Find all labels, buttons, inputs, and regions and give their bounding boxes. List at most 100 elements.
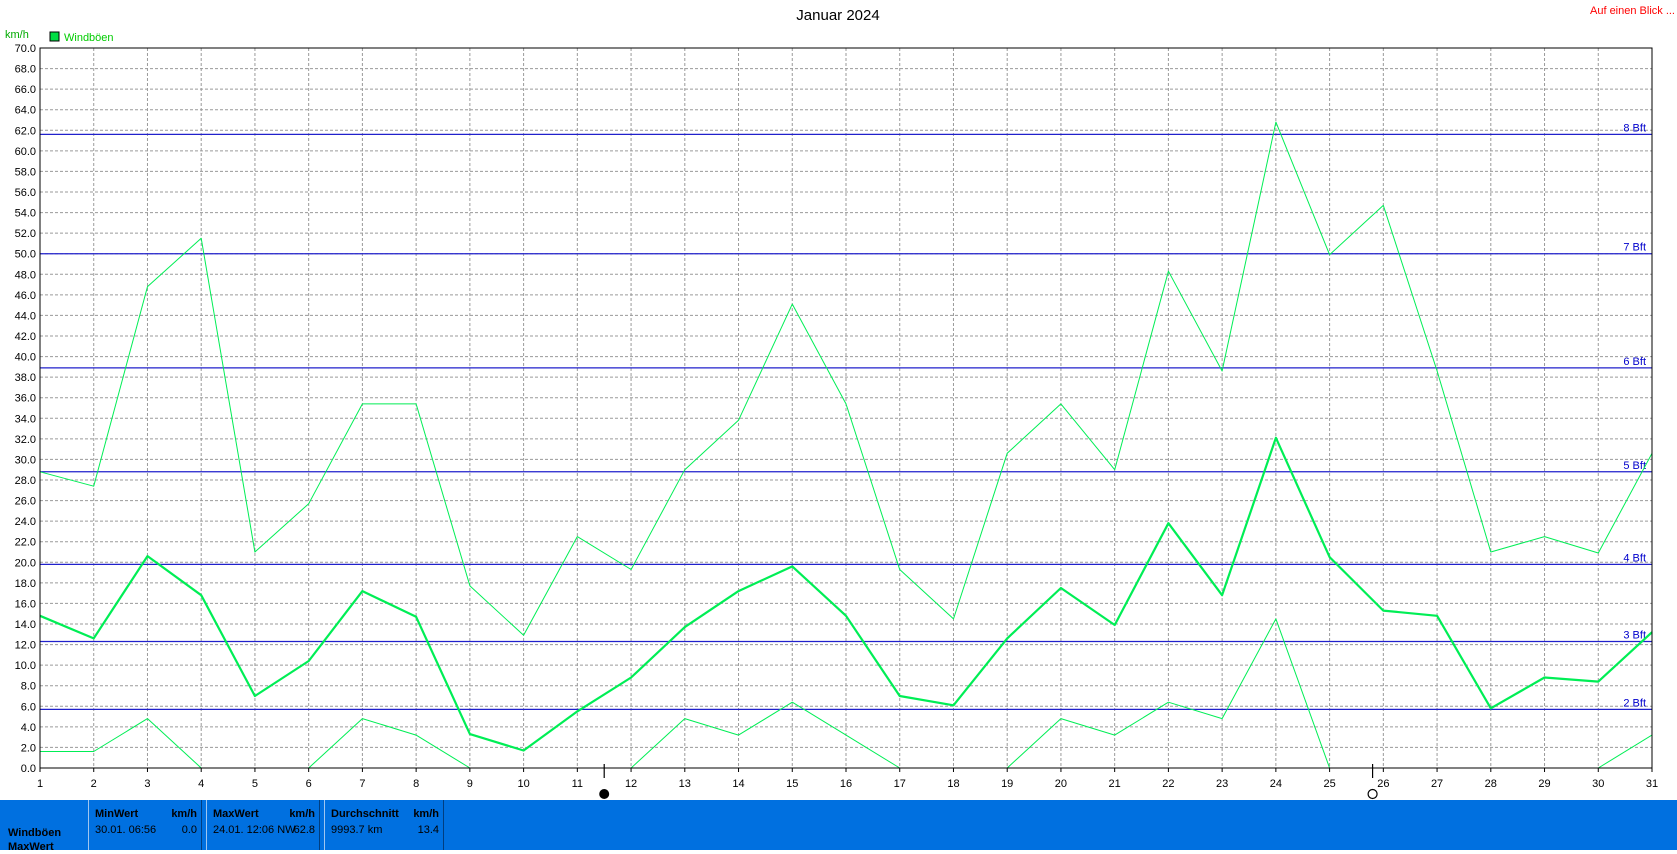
min-header: MinWert [95,808,139,820]
x-tick-label: 4 [198,778,204,790]
y-tick-label: 14.0 [15,619,36,631]
y-tick-label: 44.0 [15,310,36,322]
y-tick-label: 40.0 [15,352,36,364]
y-tick-label: 2.0 [21,742,36,754]
y-tick-label: 16.0 [15,598,36,610]
y-tick-label: 30.0 [15,454,36,466]
y-tick-labels: 0.0 2.0 4.0 6.0 8.0 10.0 12.0 14.0 16.0 18.0 20.0 2… [15,43,36,775]
x-tick-label: 25 [1323,778,1335,790]
x-tick-label: 9 [467,778,473,790]
x-tick-label: 22 [1162,778,1174,790]
beaufort-label: 8 Bft [1623,122,1646,134]
min-value: 0.0 [181,824,197,836]
y-tick-label: 66.0 [15,84,36,96]
max-box: MaxWert km/h 24.01. 12:06 NW 62.8 [206,800,320,850]
wind-chart: Januar 2024 km/h Windböen 2 Bft3 Bft4 Bf… [5,7,1658,800]
x-tick-label: 29 [1538,778,1550,790]
x-tick-label: 18 [947,778,959,790]
x-tick-label: 11 [572,778,583,790]
x-tick-label: 28 [1485,778,1497,790]
y-tick-label: 32.0 [15,434,36,446]
min-box: MinWert km/h 30.01. 06:56 0.0 [88,800,202,850]
x-tick-label: 12 [625,778,637,790]
x-tick-label: 1 [37,778,43,790]
x-tick-label: 27 [1431,778,1443,790]
y-unit-label: km/h [5,29,29,41]
y-tick-label: 38.0 [15,372,36,384]
series-line-min [40,718,202,769]
x-tick-label: 15 [786,778,798,790]
y-tick-label: 26.0 [15,496,36,508]
legend[interactable]: Windböen [49,31,114,44]
y-tick-label: 50.0 [15,249,36,261]
avg-header: Durchschnitt [331,808,399,820]
y-tick-label: 52.0 [15,228,36,240]
y-tick-label: 42.0 [15,331,36,343]
y-tick-label: 70.0 [15,43,36,55]
y-tick-label: 64.0 [15,105,36,117]
avg-unit: km/h [413,808,439,820]
x-tick-label: 6 [306,778,312,790]
y-tick-label: 54.0 [15,208,36,220]
y-tick-label: 18.0 [15,578,36,590]
y-tick-label: 22.0 [15,537,36,549]
min-unit: km/h [171,808,197,820]
row-label-gusts: Windböen [8,827,62,839]
row-label-max: MaxWert [8,841,54,853]
avg-box: Durchschnitt km/h 9993.7 km 13.4 [324,800,444,850]
x-tick-label: 24 [1270,778,1282,790]
max-datetime: 24.01. 12:06 NW [213,824,296,836]
min-datetime: 30.01. 06:56 [95,824,157,836]
beaufort-label: 4 Bft [1623,552,1646,564]
y-tick-label: 62.0 [15,125,36,137]
y-tick-label: 4.0 [21,722,36,734]
x-tick-label: 30 [1592,778,1604,790]
x-tick-label: 26 [1377,778,1389,790]
series-line-min [1598,734,1653,769]
y-tick-label: 46.0 [15,290,36,302]
max-value: 62.8 [293,824,315,836]
max-unit: km/h [289,808,315,820]
new-moon-icon [1367,788,1378,800]
y-tick-label: 0.0 [21,763,36,775]
x-tick-label: 23 [1216,778,1228,790]
x-tick-label: 7 [359,778,365,790]
series-line-min [308,718,471,769]
legend-swatch [49,31,60,42]
legend-label: Windböen [64,32,114,44]
x-tick-label: 8 [413,778,419,790]
y-tick-label: 12.0 [15,640,36,652]
x-tick-label: 20 [1055,778,1067,790]
y-tick-label: 24.0 [15,516,36,528]
avg-distance: 9993.7 km [331,824,383,836]
x-tick-labels: 1 2 3 4 5 6 7 8 9 10 11 12 13 14 15 16 17 18 19 20 21 22 23 24 2… [37,778,1658,790]
y-tick-label: 6.0 [21,701,36,713]
max-header: MaxWert [213,808,259,820]
x-tick-label: 17 [894,778,906,790]
y-tick-label: 34.0 [15,413,36,425]
y-tick-label: 58.0 [15,166,36,178]
x-tick-label: 2 [91,778,97,790]
x-tick-label: 31 [1646,778,1658,790]
overview-link[interactable]: Auf einen Blick ... [1590,5,1675,17]
avg-value: 13.4 [417,824,439,836]
moon-phases [599,764,1378,800]
grid [40,48,1652,768]
y-tick-label: 20.0 [15,557,36,569]
y-tick-label: 10.0 [15,660,36,672]
y-tick-label: 56.0 [15,187,36,199]
y-tick-label: 28.0 [15,475,36,487]
x-tick-label: 13 [679,778,691,790]
y-tick-label: 8.0 [21,681,36,693]
y-tick-label: 36.0 [15,393,36,405]
x-tick-label: 5 [252,778,258,790]
x-tick-label: 3 [144,778,150,790]
series-line-min [630,701,900,769]
beaufort-label: 2 Bft [1623,697,1646,709]
beaufort-label: 7 Bft [1623,242,1646,254]
x-tick-label: 10 [517,778,529,790]
x-tick-label: 16 [840,778,852,790]
beaufort-label: 6 Bft [1623,356,1646,368]
chart-title: Januar 2024 [796,7,879,24]
full-moon-icon [599,789,610,799]
